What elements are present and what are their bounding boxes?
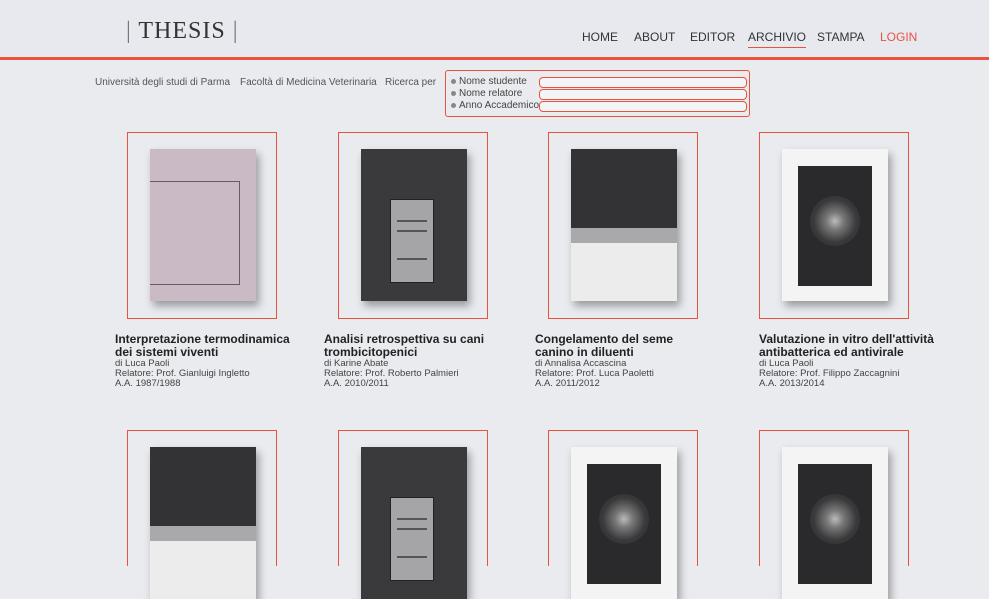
thesis-cover bbox=[571, 447, 677, 599]
thesis-cover bbox=[782, 149, 888, 301]
thesis-cover bbox=[361, 447, 467, 599]
thesis-card-8[interactable] bbox=[759, 430, 909, 599]
thesis-cover bbox=[782, 447, 888, 599]
radio-icon bbox=[451, 90, 456, 96]
thesis-card-7[interactable] bbox=[548, 430, 698, 599]
thesis-info-4: Valutazione in vitro dell'attività antib… bbox=[759, 333, 959, 389]
nav-stampa[interactable]: STAMPA bbox=[817, 30, 865, 44]
header-divider bbox=[0, 57, 989, 60]
thesis-year: A.A. 1987/1988 bbox=[115, 378, 181, 389]
thesis-cover bbox=[361, 149, 467, 301]
search-panel: Nome studente Nome relatore Anno Accadem… bbox=[445, 70, 750, 117]
thesis-cover bbox=[571, 149, 677, 301]
thesis-info-1: Interpretazione termodinamica dei sistem… bbox=[115, 333, 315, 389]
search-option-student[interactable]: Nome studente bbox=[451, 76, 527, 87]
advisor-name-input[interactable] bbox=[539, 89, 747, 100]
thesis-year: A.A. 2011/2012 bbox=[535, 378, 600, 389]
thesis-info-2: Analisi retrospettiva su cani trombicito… bbox=[324, 333, 524, 389]
radio-icon bbox=[451, 102, 456, 108]
search-option-advisor[interactable]: Nome relatore bbox=[451, 88, 522, 99]
thesis-year: A.A. 2010/2011 bbox=[324, 378, 389, 389]
logo-text: THESIS bbox=[138, 18, 226, 44]
filter-university[interactable]: Università degli studi di Parma bbox=[95, 77, 230, 88]
thesis-card-1[interactable] bbox=[127, 132, 277, 319]
nav-login[interactable]: LOGIN bbox=[880, 30, 917, 44]
nav-archivio[interactable]: ARCHIVIO bbox=[748, 30, 807, 48]
nav-about[interactable]: ABOUT bbox=[634, 30, 675, 44]
thesis-cover bbox=[150, 149, 256, 301]
filter-faculty[interactable]: Facoltà di Medicina Veterinaria bbox=[240, 77, 377, 88]
thesis-card-5[interactable] bbox=[127, 430, 277, 599]
site-logo[interactable]: | THESIS | bbox=[126, 18, 239, 45]
radio-icon bbox=[451, 78, 456, 84]
thesis-info-3: Congelamento del seme canino in diluenti… bbox=[535, 333, 735, 389]
nav-home[interactable]: HOME bbox=[582, 30, 618, 44]
thesis-year: A.A. 2013/2014 bbox=[759, 378, 825, 389]
thesis-cover bbox=[150, 447, 256, 599]
search-option-year[interactable]: Anno Accademico bbox=[451, 100, 539, 111]
header: | THESIS | HOME ABOUT EDITOR ARCHIVIO ST… bbox=[0, 0, 989, 58]
thesis-card-6[interactable] bbox=[338, 430, 488, 599]
thesis-card-2[interactable] bbox=[338, 132, 488, 319]
nav-editor[interactable]: EDITOR bbox=[690, 30, 735, 44]
thesis-card-3[interactable] bbox=[548, 132, 698, 319]
academic-year-input[interactable] bbox=[539, 101, 747, 112]
student-name-input[interactable] bbox=[539, 77, 747, 88]
search-label: Ricerca per bbox=[385, 77, 437, 88]
thesis-card-4[interactable] bbox=[759, 132, 909, 319]
